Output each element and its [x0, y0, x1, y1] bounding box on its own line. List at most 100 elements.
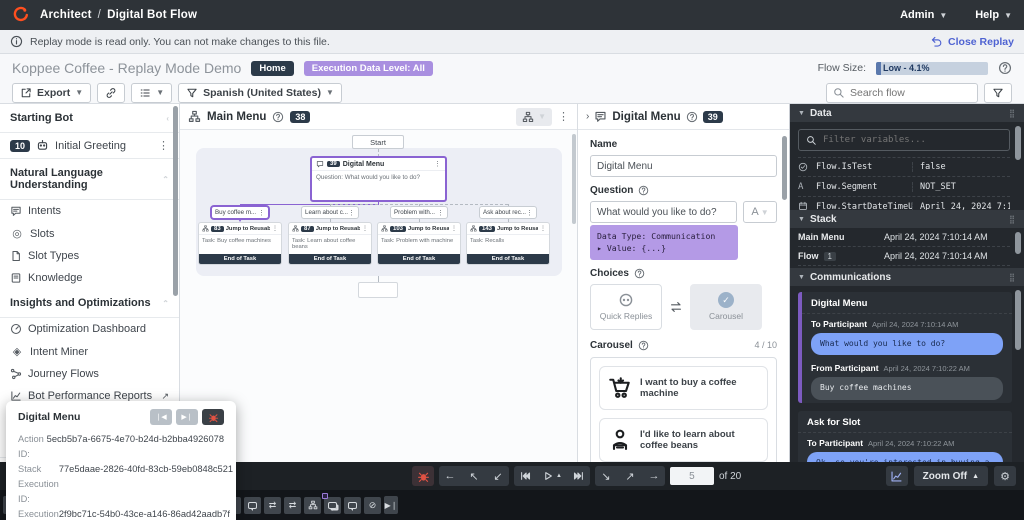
- step-forward-button[interactable]: →: [643, 466, 665, 486]
- communication-card[interactable]: Digital MenuTo ParticipantApril 24, 2024…: [798, 292, 1012, 403]
- stack-section-header[interactable]: ▼ Stack ⣿: [790, 210, 1024, 228]
- copy-link-button[interactable]: [97, 83, 125, 103]
- filter-flow-button[interactable]: [984, 83, 1012, 103]
- outline-view-button[interactable]: ▼: [131, 83, 172, 103]
- step-back-button[interactable]: ←: [439, 466, 461, 486]
- drag-handle-icon[interactable]: ⣿: [1009, 215, 1016, 224]
- sidebar-item-slot-types[interactable]: Slot Types: [0, 245, 179, 267]
- communication-card[interactable]: Ask for SlotTo ParticipantApril 24, 2024…: [798, 411, 1012, 462]
- popup-bug-button[interactable]: [202, 409, 224, 425]
- name-input[interactable]: [590, 155, 777, 177]
- info-icon[interactable]: [634, 268, 645, 279]
- sidebar-section-natural-language-understanding[interactable]: Natural Language Understanding⌃: [0, 159, 179, 200]
- kebab-menu-icon[interactable]: ⋮: [434, 160, 441, 168]
- starting-bot-header[interactable]: Starting Bot‹: [0, 104, 179, 133]
- step-into-back-button[interactable]: ↙: [487, 466, 509, 486]
- collapse-icon[interactable]: ‹: [166, 114, 169, 123]
- start-node[interactable]: Start: [352, 135, 404, 149]
- zoom-toggle-button[interactable]: Zoom Off▲: [914, 466, 988, 486]
- properties-scrollbar[interactable]: [782, 136, 787, 200]
- kebab-menu-icon[interactable]: ⋮: [437, 209, 444, 217]
- timeline-step-flow[interactable]: [304, 497, 321, 514]
- home-badge[interactable]: Home: [251, 61, 293, 76]
- sidebar-item-initial-greeting[interactable]: 10 Initial Greeting ⋮: [0, 133, 179, 159]
- play-button[interactable]: ▲: [538, 466, 566, 486]
- step-into-button[interactable]: ↘: [595, 466, 617, 486]
- timeline-step-communicate[interactable]: [344, 497, 361, 514]
- kebab-menu-icon[interactable]: ⋮: [362, 225, 368, 232]
- play-speed-caret[interactable]: ▲: [556, 473, 562, 479]
- quick-replies-option[interactable]: Quick Replies: [590, 284, 662, 330]
- exit-node[interactable]: [358, 282, 398, 298]
- skip-to-end-button[interactable]: [568, 466, 590, 486]
- sidebar-item-intent-miner[interactable]: ◈Intent Miner: [0, 340, 179, 363]
- timeline-step-jump[interactable]: ⇄: [264, 497, 281, 514]
- language-selector[interactable]: Spanish (United States)▼: [178, 83, 342, 103]
- task-node-1[interactable]: 83Jump to Reusable Task⋮Task: Buy coffee…: [198, 222, 282, 265]
- help-menu[interactable]: Help▼: [975, 9, 1012, 21]
- data-scrollbar[interactable]: [1015, 126, 1021, 160]
- task-node-3[interactable]: 103Jump to Reusable Task⋮Task: Problem w…: [377, 222, 461, 265]
- step-number-input[interactable]: [670, 467, 714, 485]
- swap-icon[interactable]: [669, 300, 683, 314]
- kebab-menu-icon[interactable]: ⋮: [158, 139, 169, 152]
- timeline-step-communicate[interactable]: [244, 497, 261, 514]
- kebab-menu-icon[interactable]: ⋮: [348, 209, 355, 217]
- metrics-chart-button[interactable]: [886, 466, 908, 486]
- canvas-scrollbar[interactable]: [572, 134, 576, 224]
- branch-chip-2[interactable]: Learn about c...⋮: [301, 206, 359, 219]
- collapse-icon[interactable]: ⌃: [162, 299, 169, 308]
- sidebar-item-intents[interactable]: Intents: [0, 200, 179, 222]
- timeline-step-jump[interactable]: ⇄: [284, 497, 301, 514]
- sidebar-scrollbar[interactable]: [173, 106, 178, 296]
- digital-menu-node[interactable]: 39 Digital Menu ⋮ Question: What would y…: [310, 156, 447, 202]
- variable-row[interactable]: Flow.StartDateTimeUtcApril 24, 2024 7:10…: [798, 197, 1010, 210]
- variable-row[interactable]: Flow.IsTestfalse: [798, 157, 1010, 177]
- question-icon[interactable]: [998, 61, 1012, 75]
- branch-chip-3[interactable]: Problem with...⋮: [390, 206, 448, 219]
- datatype-value-line[interactable]: ▸ Value: {...}: [597, 242, 731, 254]
- sidebar-item-optimization-dashboard[interactable]: Optimization Dashboard: [0, 318, 179, 340]
- settings-gear-button[interactable]: ⚙: [994, 466, 1016, 486]
- question-input[interactable]: [590, 201, 737, 223]
- data-section-header[interactable]: ▼ Data ⣿: [790, 104, 1024, 122]
- stack-row[interactable]: Flow1April 24, 2024 7:10:14 AM: [798, 247, 1010, 266]
- popup-prev-button[interactable]: ❘◀: [150, 409, 172, 425]
- filter-variables-input[interactable]: [823, 135, 1002, 145]
- kebab-menu-icon[interactable]: ⋮: [526, 209, 533, 217]
- branch-chip-4[interactable]: Ask about rec...⋮: [479, 206, 537, 219]
- stack-scrollbar[interactable]: [1015, 232, 1021, 254]
- drag-handle-icon[interactable]: ⣿: [1009, 109, 1016, 118]
- drag-handle-icon[interactable]: ⣿: [1009, 273, 1016, 282]
- sidebar-item-journey-flows[interactable]: Journey Flows: [0, 363, 179, 385]
- admin-menu[interactable]: Admin▼: [900, 9, 947, 21]
- timeline-step-disconnect[interactable]: ⊘: [364, 497, 381, 514]
- sidebar-item-slots[interactable]: ◎Slots: [0, 222, 179, 245]
- font-format-button[interactable]: A ▼: [743, 201, 777, 223]
- close-replay-button[interactable]: Close Replay: [930, 35, 1014, 48]
- kebab-menu-icon[interactable]: ⋮: [272, 225, 278, 232]
- variable-row[interactable]: AFlow.SegmentNOT_SET: [798, 177, 1010, 197]
- expand-icon[interactable]: ›: [586, 111, 589, 122]
- collapse-icon[interactable]: ⌃: [162, 175, 169, 184]
- kebab-menu-icon[interactable]: ⋮: [258, 209, 265, 217]
- stack-row[interactable]: Main MenuApril 24, 2024 7:10:14 AM: [798, 228, 1010, 247]
- sidebar-item-knowledge[interactable]: Knowledge: [0, 267, 179, 289]
- communications-scrollbar[interactable]: [1015, 290, 1021, 350]
- timeline-jump-end-button[interactable]: ▶❘: [384, 496, 398, 514]
- kebab-menu-icon[interactable]: ⋮: [451, 225, 457, 232]
- search-flow-input[interactable]: [850, 87, 971, 99]
- info-icon[interactable]: [638, 340, 649, 351]
- carousel-option-selected[interactable]: ✓ Carousel: [690, 284, 762, 330]
- export-button[interactable]: Export▼: [12, 83, 91, 103]
- canvas-layout-button[interactable]: ▼: [516, 108, 552, 126]
- breakpoint-bug-button[interactable]: [412, 466, 434, 486]
- question-icon[interactable]: [272, 111, 284, 123]
- carousel-card[interactable]: I want to buy a coffee machine: [599, 366, 768, 410]
- timeline-step-menu[interactable]: [324, 497, 341, 514]
- kebab-menu-icon[interactable]: ⋮: [558, 110, 569, 123]
- branch-chip-1[interactable]: Buy coffee m...⋮: [211, 206, 269, 219]
- carousel-card[interactable]: I'd like to learn about coffee beans: [599, 418, 768, 462]
- popup-next-button[interactable]: ▶❘: [176, 409, 198, 425]
- info-icon[interactable]: [638, 185, 649, 196]
